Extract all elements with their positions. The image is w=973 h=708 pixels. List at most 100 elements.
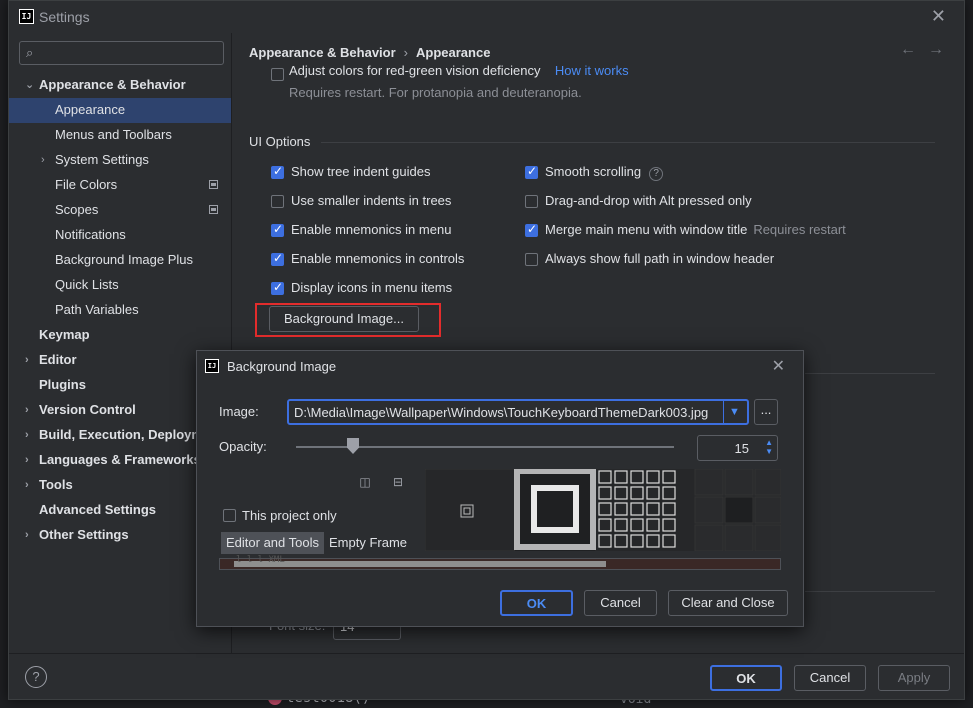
- help-icon[interactable]: ?: [649, 167, 664, 181]
- color-vision-option: Adjust colors for red-green vision defic…: [289, 63, 629, 78]
- option-label: Use smaller indents in trees: [291, 193, 451, 208]
- preview-strip-text: l l l XML: [236, 555, 285, 565]
- split-vertical-icon[interactable]: ◫: [354, 471, 376, 493]
- sidebar-item[interactable]: Notifications: [9, 223, 231, 247]
- chevron-right-icon[interactable]: ›: [25, 398, 37, 422]
- option-checkbox[interactable]: [525, 222, 538, 237]
- close-icon[interactable]: ✕: [772, 356, 785, 376]
- dialog-title: Background Image: [227, 359, 337, 374]
- chevron-right-icon[interactable]: ›: [25, 523, 37, 547]
- settings-search-input[interactable]: ⌕: [19, 41, 224, 65]
- option-checkbox[interactable]: [525, 164, 538, 179]
- sidebar-item[interactable]: Appearance: [9, 98, 231, 122]
- dialog-ok-button[interactable]: OK: [500, 590, 573, 616]
- sidebar-item[interactable]: Quick Lists: [9, 273, 231, 297]
- sidebar-item-label: File Colors: [55, 177, 118, 192]
- chevron-right-icon[interactable]: ›: [25, 473, 37, 497]
- sidebar-item-label: System Settings: [55, 152, 149, 167]
- option-checkbox[interactable]: [271, 251, 284, 266]
- option-label: Enable mnemonics in controls: [291, 251, 464, 266]
- sidebar-item[interactable]: ⌄ Appearance & Behavior: [9, 73, 231, 97]
- sidebar-item-label: Notifications: [55, 227, 126, 242]
- this-project-only-checkbox[interactable]: [223, 509, 236, 522]
- close-icon[interactable]: ✕: [931, 6, 946, 27]
- spinner-arrows-icon[interactable]: ▲ ▼: [765, 438, 773, 456]
- sidebar-item[interactable]: Path Variables: [9, 298, 231, 322]
- option-checkbox[interactable]: [525, 195, 538, 208]
- option-label: Display icons in menu items: [291, 280, 452, 295]
- chevron-right-icon[interactable]: ›: [25, 448, 37, 472]
- search-icon: ⌕: [26, 45, 34, 60]
- preview-strip-fill: [234, 561, 606, 567]
- sidebar-item[interactable]: Menus and Toolbars: [9, 123, 231, 147]
- combo-arrow-box[interactable]: ▼: [723, 401, 747, 423]
- ui-options-divider: [321, 142, 935, 143]
- image-preview: [424, 468, 782, 552]
- option-label: Drag-and-drop with Alt pressed only: [545, 193, 752, 208]
- option-checkbox[interactable]: [525, 253, 538, 266]
- tab-editor-and-tools[interactable]: Editor and Tools: [221, 532, 324, 554]
- chevron-down-icon[interactable]: ⌄: [25, 73, 37, 97]
- option-text: Always show full path in window header: [545, 251, 775, 266]
- chevron-right-icon[interactable]: ›: [25, 348, 37, 372]
- preview-art: [424, 468, 782, 552]
- help-icon[interactable]: ?: [25, 666, 47, 688]
- tab-empty-frame[interactable]: Empty Frame: [329, 532, 407, 554]
- sidebar-item-label: Editor: [39, 352, 77, 367]
- sidebar-item[interactable]: Keymap: [9, 323, 231, 347]
- option-text: Show tree indent guides: [291, 164, 431, 179]
- sidebar-item-label: Version Control: [39, 402, 136, 417]
- project-scope-icon: [209, 180, 218, 189]
- color-vision-checkbox[interactable]: [271, 68, 284, 81]
- split-horizontal-icon[interactable]: ⊟: [387, 471, 409, 493]
- back-arrow-icon[interactable]: ←: [900, 41, 916, 58]
- breadcrumb: Appearance & Behavior › Appearance: [249, 45, 490, 60]
- ui-options-title: UI Options: [249, 134, 311, 149]
- option-text: Merge main menu with window title: [545, 222, 748, 237]
- opacity-spinner[interactable]: 15 ▲ ▼: [697, 435, 778, 461]
- sidebar-item[interactable]: File Colors: [9, 173, 231, 197]
- section-divider: [805, 591, 935, 592]
- opacity-label: Opacity:: [219, 439, 267, 454]
- option-hint: Requires restart: [753, 222, 846, 237]
- option-text: Enable mnemonics in controls: [291, 251, 465, 266]
- sidebar-item-label: Appearance: [55, 102, 126, 117]
- sidebar-item-label: Quick Lists: [55, 277, 119, 292]
- settings-apply-button[interactable]: Apply: [878, 665, 950, 691]
- sidebar-item-label: Languages & Frameworks: [39, 452, 201, 467]
- chevron-right-icon[interactable]: ›: [25, 423, 37, 447]
- chevron-right-icon[interactable]: ›: [41, 148, 53, 172]
- sidebar-item[interactable]: › System Settings: [9, 148, 231, 172]
- option-checkbox[interactable]: [271, 164, 284, 179]
- option-checkbox[interactable]: [271, 222, 284, 237]
- intellij-app-icon: IJ: [19, 9, 34, 24]
- option-label: Merge main menu with window title Require…: [545, 222, 846, 237]
- clear-and-close-button[interactable]: Clear and Close: [668, 590, 788, 616]
- settings-ok-button[interactable]: OK: [710, 665, 782, 691]
- sidebar-item-label: Other Settings: [39, 527, 129, 542]
- option-label: Smooth scrolling?: [545, 164, 664, 181]
- sidebar-item-label: Appearance & Behavior: [39, 77, 186, 92]
- highlight-box: [255, 303, 441, 337]
- breadcrumb-parent[interactable]: Appearance & Behavior: [249, 45, 396, 60]
- preview-strip: l l l XML: [219, 555, 781, 570]
- opacity-slider-thumb[interactable]: [347, 438, 359, 454]
- how-it-works-link[interactable]: How it works: [555, 63, 629, 78]
- forward-arrow-icon[interactable]: →: [928, 41, 944, 58]
- dialog-cancel-button[interactable]: Cancel: [584, 590, 657, 616]
- breadcrumb-current: Appearance: [416, 45, 491, 60]
- sidebar-item-label: Build, Execution, Deployment: [39, 427, 223, 442]
- option-checkbox[interactable]: [271, 280, 284, 295]
- sidebar-item[interactable]: Background Image Plus: [9, 248, 231, 272]
- option-checkbox[interactable]: [271, 195, 284, 208]
- sidebar-item-label: Tools: [39, 477, 73, 492]
- breadcrumb-separator: ›: [403, 45, 409, 60]
- sidebar-item-label: Background Image Plus: [55, 252, 194, 267]
- image-label: Image:: [219, 404, 259, 419]
- browse-button[interactable]: ...: [754, 399, 778, 425]
- sidebar-item[interactable]: Scopes: [9, 198, 231, 222]
- settings-cancel-button[interactable]: Cancel: [794, 665, 866, 691]
- image-path-combo[interactable]: D:\Media\Image\Wallpaper\Windows\TouchKe…: [287, 399, 749, 425]
- sidebar-item-label: Scopes: [55, 202, 99, 217]
- project-scope-icon: [209, 205, 218, 214]
